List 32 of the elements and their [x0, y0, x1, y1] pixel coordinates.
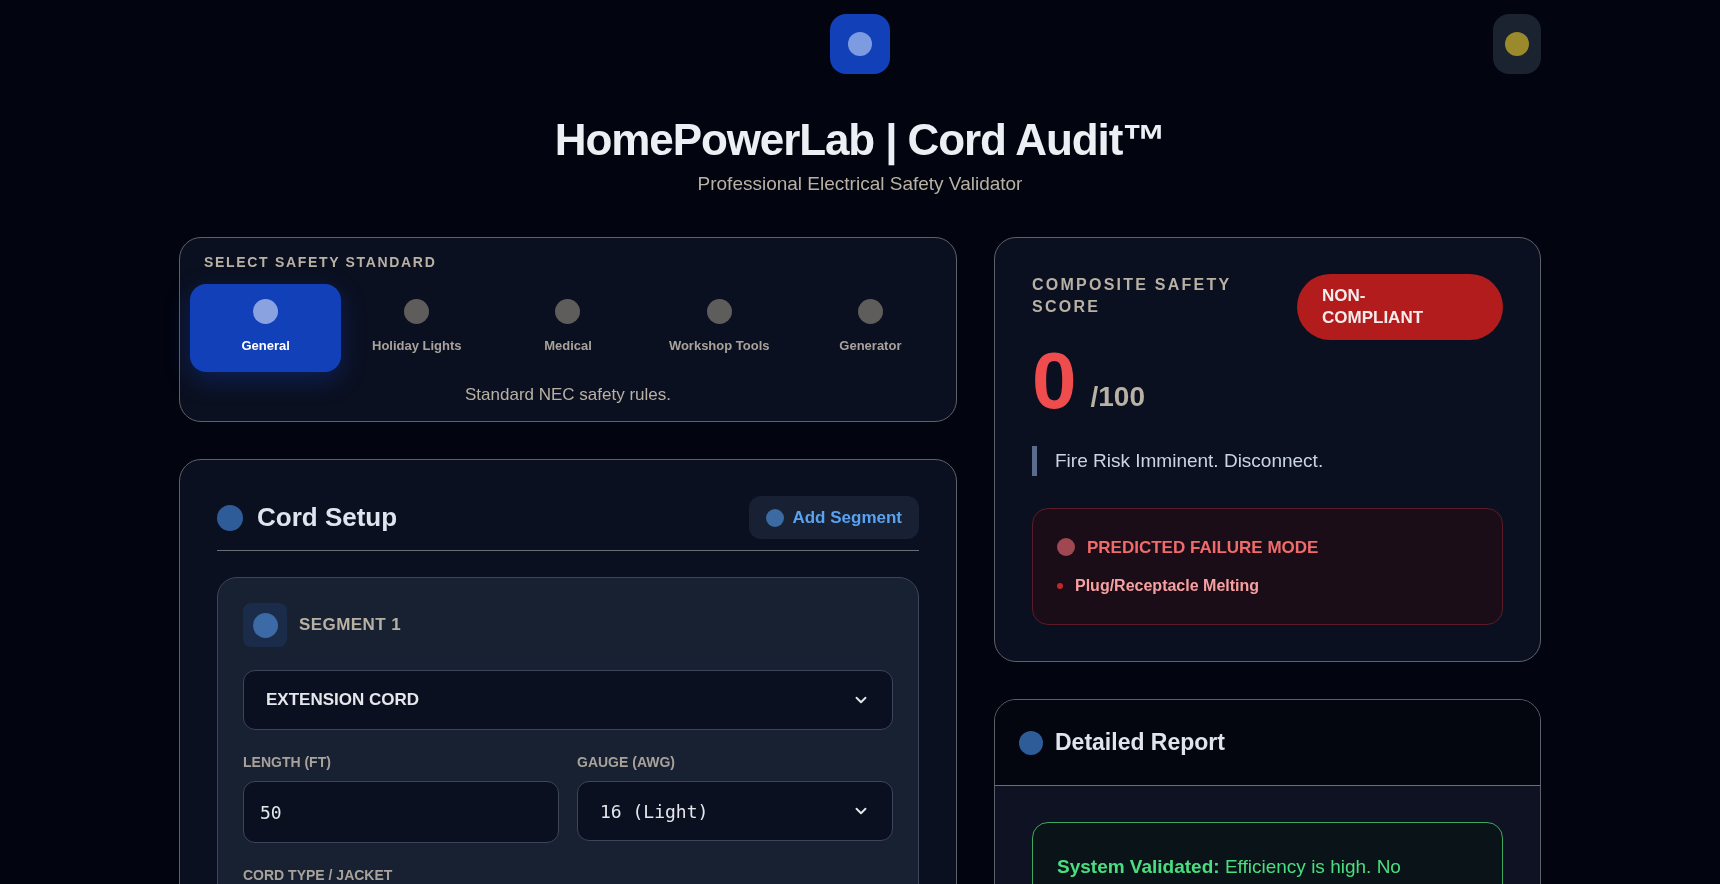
- score-heading: COMPOSITE SAFETY SCORE: [1032, 274, 1233, 317]
- segment-title: SEGMENT 1: [299, 614, 402, 637]
- gauge-dropdown[interactable]: 16 (Light): [577, 781, 893, 841]
- standard-option-tab[interactable]: Holiday Lights: [341, 283, 493, 372]
- standard-option-tab[interactable]: Medical: [492, 283, 644, 372]
- field-label: CORD TYPE / JACKET: [243, 866, 393, 884]
- bullet-icon: [1057, 583, 1063, 589]
- standard-option-tab[interactable]: Generator: [794, 283, 946, 372]
- segment-icon: [243, 603, 287, 647]
- field-label: LENGTH (FT): [243, 753, 332, 772]
- failure-item: Plug/Receptacle Melting: [1075, 576, 1260, 596]
- validation-notice: System Validated: Efficiency is high. No: [1032, 822, 1503, 884]
- failure-heading: PREDICTED FAILURE MODE: [1087, 536, 1319, 559]
- standard-option-tab[interactable]: General: [190, 283, 342, 372]
- standard-description: Standard NEC safety rules.: [464, 383, 672, 406]
- mode-toggle-button[interactable]: [1493, 14, 1541, 74]
- add-segment-button[interactable]: Add Segment: [749, 496, 919, 539]
- theme-button[interactable]: [830, 14, 890, 74]
- device-type-dropdown[interactable]: EXTENSION CORD: [243, 670, 893, 730]
- section-heading: SELECT SAFETY STANDARD: [204, 252, 437, 272]
- status-badge: NON-COMPLIANT: [1297, 273, 1503, 340]
- length-input-field[interactable]: 50: [243, 781, 559, 843]
- page-subtitle: Professional Electrical Safety Validator: [696, 172, 1024, 196]
- standard-option-tab[interactable]: Workshop Tools: [643, 283, 795, 372]
- risk-message: Fire Risk Imminent. Disconnect.: [1055, 448, 1324, 473]
- score-value: 0: [1032, 341, 1077, 420]
- page-title: HomePowerLab | Cord Audit™: [553, 114, 1167, 168]
- accent-bar: [1032, 445, 1037, 476]
- section-title: Cord Setup: [257, 501, 398, 534]
- score-max: /100: [1090, 379, 1145, 414]
- section-title: Detailed Report: [1055, 728, 1225, 758]
- field-label: GAUGE (AWG): [577, 753, 676, 772]
